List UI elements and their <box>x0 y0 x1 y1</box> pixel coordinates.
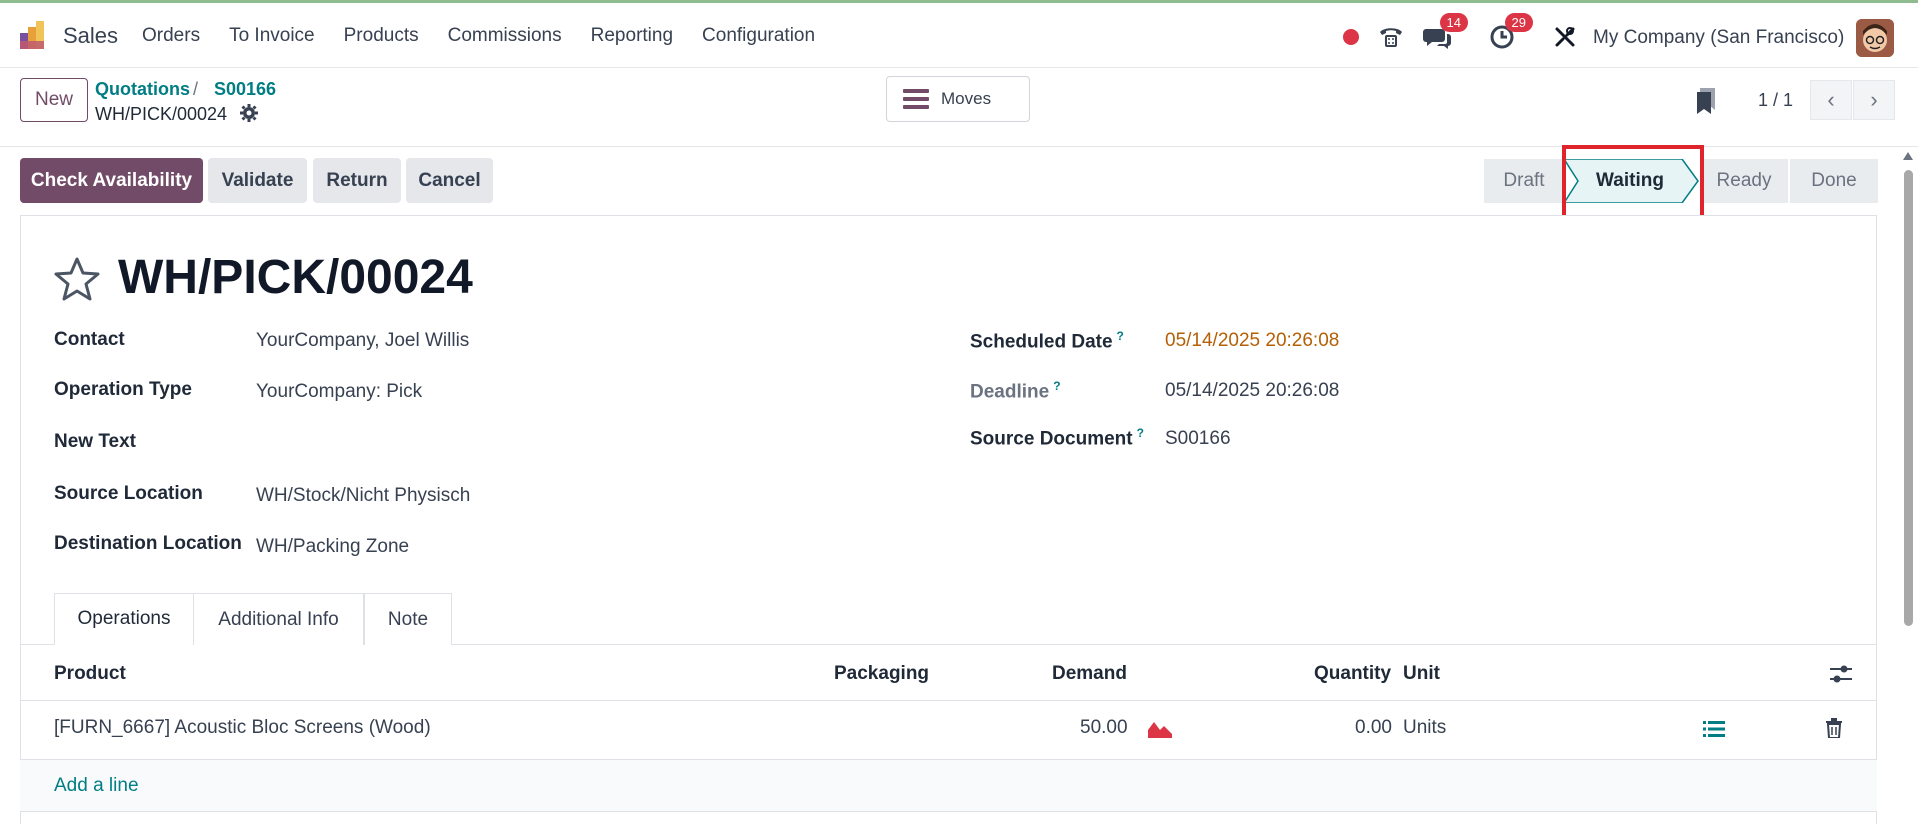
menu-commissions[interactable]: Commissions <box>448 25 562 47</box>
destination-location-field[interactable]: WH/Packing Zone <box>256 536 409 558</box>
check-availability-button[interactable]: Check Availability <box>20 158 203 203</box>
contact-label: Contact <box>54 329 125 350</box>
breadcrumb-separator: / <box>193 79 199 99</box>
chevron-left-icon: ‹ <box>1827 87 1835 112</box>
trash-icon[interactable] <box>1826 718 1842 738</box>
debug-tools-icon[interactable] <box>1550 15 1580 59</box>
scrollbar-thumb[interactable] <box>1904 170 1913 626</box>
operation-type-label: Operation Type <box>54 379 192 400</box>
deadline-label: Deadline? <box>970 379 1061 403</box>
moves-smart-button[interactable]: Moves <box>886 76 1030 122</box>
activities-badge: 29 <box>1504 13 1533 32</box>
validate-button[interactable]: Validate <box>208 158 307 203</box>
row-product[interactable]: [FURN_6667] Acoustic Bloc Screens (Wood) <box>54 717 431 739</box>
help-tooltip-icon[interactable]: ? <box>1137 426 1144 440</box>
messages-icon[interactable]: 14 <box>1422 13 1468 59</box>
column-demand[interactable]: Demand <box>1052 663 1127 685</box>
bookmark-icon[interactable] <box>1695 88 1717 114</box>
menu-reporting[interactable]: Reporting <box>591 25 673 47</box>
table-bottom-divider <box>20 811 1877 812</box>
pager-value[interactable]: 1 / 1 <box>1758 90 1793 111</box>
sales-app-icon[interactable] <box>18 19 50 51</box>
star-icon[interactable] <box>54 257 100 301</box>
cancel-button[interactable]: Cancel <box>406 158 493 203</box>
destination-location-label: Destination Location <box>54 533 242 554</box>
add-a-line-link[interactable]: Add a line <box>54 775 139 797</box>
row-demand[interactable]: 50.00 <box>1080 717 1128 739</box>
app-name[interactable]: Sales <box>63 23 118 49</box>
forecast-chart-icon[interactable] <box>1148 720 1172 738</box>
row-quantity[interactable]: 0.00 <box>1355 717 1392 739</box>
scroll-up-arrow-icon[interactable] <box>1903 152 1913 160</box>
list-icon <box>903 89 929 109</box>
scheduled-date-field[interactable]: 05/14/2025 20:26:08 <box>1165 330 1339 352</box>
top-navbar: Sales Orders To Invoice Products Commiss… <box>0 0 1918 68</box>
row-unit[interactable]: Units <box>1403 717 1446 739</box>
new-text-label: New Text <box>54 431 137 452</box>
moves-label: Moves <box>941 89 992 108</box>
tab-note[interactable]: Note <box>364 593 452 645</box>
deadline-field[interactable]: 05/14/2025 20:26:08 <box>1165 380 1339 402</box>
menu-to-invoice[interactable]: To Invoice <box>229 25 315 47</box>
current-record-name: WH/PICK/00024 <box>95 104 228 124</box>
column-product[interactable]: Product <box>54 663 126 685</box>
recording-indicator-icon[interactable] <box>1341 15 1361 59</box>
menu-orders[interactable]: Orders <box>142 25 200 47</box>
chevron-right-icon: › <box>1870 87 1878 112</box>
company-switcher[interactable]: My Company (San Francisco) <box>1593 27 1844 49</box>
pager-previous-button[interactable]: ‹ <box>1810 80 1852 120</box>
main-menu: Orders To Invoice Products Commissions R… <box>142 25 844 47</box>
pager-next-button[interactable]: › <box>1853 80 1895 120</box>
record-title: WH/PICK/00024 <box>118 251 473 304</box>
table-header-divider <box>20 700 1877 701</box>
source-location-field[interactable]: WH/Stock/Nicht Physisch <box>256 485 470 507</box>
help-tooltip-icon[interactable]: ? <box>1117 329 1124 343</box>
help-tooltip-icon[interactable]: ? <box>1053 379 1060 393</box>
scheduled-date-label: Scheduled Date? <box>970 329 1124 353</box>
activities-icon[interactable]: 29 <box>1487 13 1533 59</box>
details-list-icon[interactable] <box>1703 720 1725 738</box>
tab-operations[interactable]: Operations <box>54 593 194 645</box>
annotation-highlight-box <box>1562 145 1704 221</box>
messages-badge: 14 <box>1439 13 1468 32</box>
column-packaging[interactable]: Packaging <box>834 663 929 685</box>
tab-additional-info[interactable]: Additional Info <box>193 593 364 645</box>
phone-icon[interactable] <box>1376 15 1406 59</box>
source-document-field[interactable]: S00166 <box>1165 428 1231 450</box>
column-unit[interactable]: Unit <box>1403 663 1440 685</box>
operation-type-field[interactable]: YourCompany: Pick <box>256 381 422 403</box>
gear-icon[interactable] <box>240 104 258 122</box>
user-avatar[interactable] <box>1856 19 1894 57</box>
source-location-label: Source Location <box>54 483 203 504</box>
column-settings-icon[interactable] <box>1830 664 1852 684</box>
menu-products[interactable]: Products <box>344 25 419 47</box>
breadcrumb-quotations[interactable]: Quotations <box>95 79 190 100</box>
menu-configuration[interactable]: Configuration <box>702 25 815 47</box>
add-line-row <box>20 760 1877 812</box>
new-button[interactable]: New <box>20 78 88 122</box>
status-done[interactable]: Done <box>1790 159 1878 203</box>
status-ready[interactable]: Ready <box>1700 159 1788 203</box>
source-document-label: Source Document? <box>970 426 1144 450</box>
column-quantity[interactable]: Quantity <box>1314 663 1391 685</box>
return-button[interactable]: Return <box>313 158 401 203</box>
status-draft[interactable]: Draft <box>1484 159 1564 203</box>
breadcrumb-sale-order[interactable]: S00166 <box>214 79 276 100</box>
contact-field[interactable]: YourCompany, Joel Willis <box>256 330 469 352</box>
